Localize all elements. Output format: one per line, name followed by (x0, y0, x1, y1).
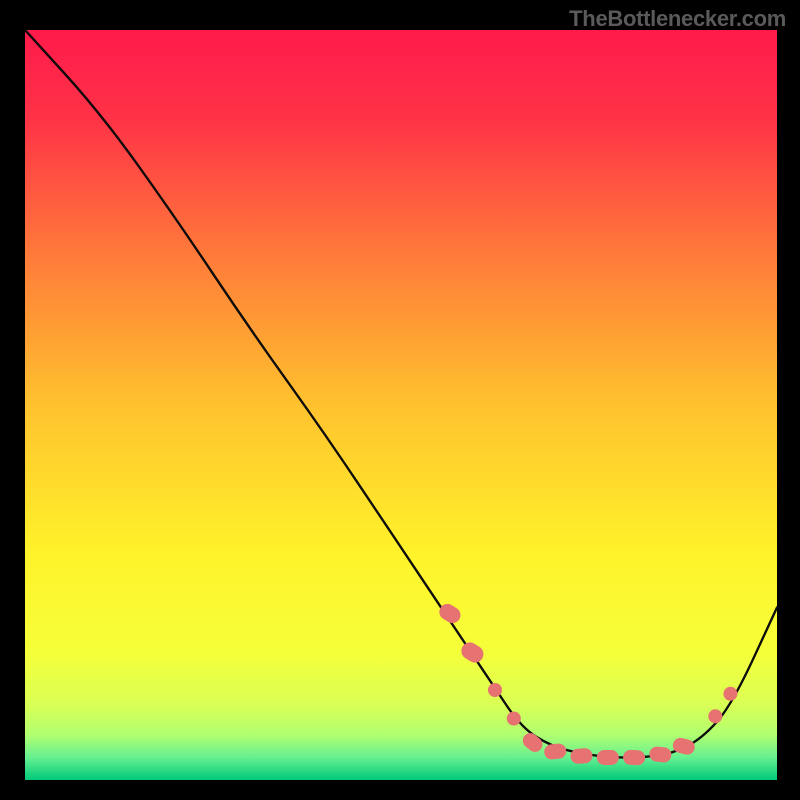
plot-background (25, 30, 777, 780)
data-marker (623, 749, 646, 765)
chart-svg (0, 0, 800, 800)
data-marker (507, 712, 521, 726)
chart-container: TheBottlenecker.com (0, 0, 800, 800)
data-marker (597, 750, 619, 765)
attribution-label: TheBottlenecker.com (569, 6, 786, 32)
data-marker (723, 687, 737, 701)
data-marker (488, 683, 502, 697)
data-marker (708, 709, 722, 723)
